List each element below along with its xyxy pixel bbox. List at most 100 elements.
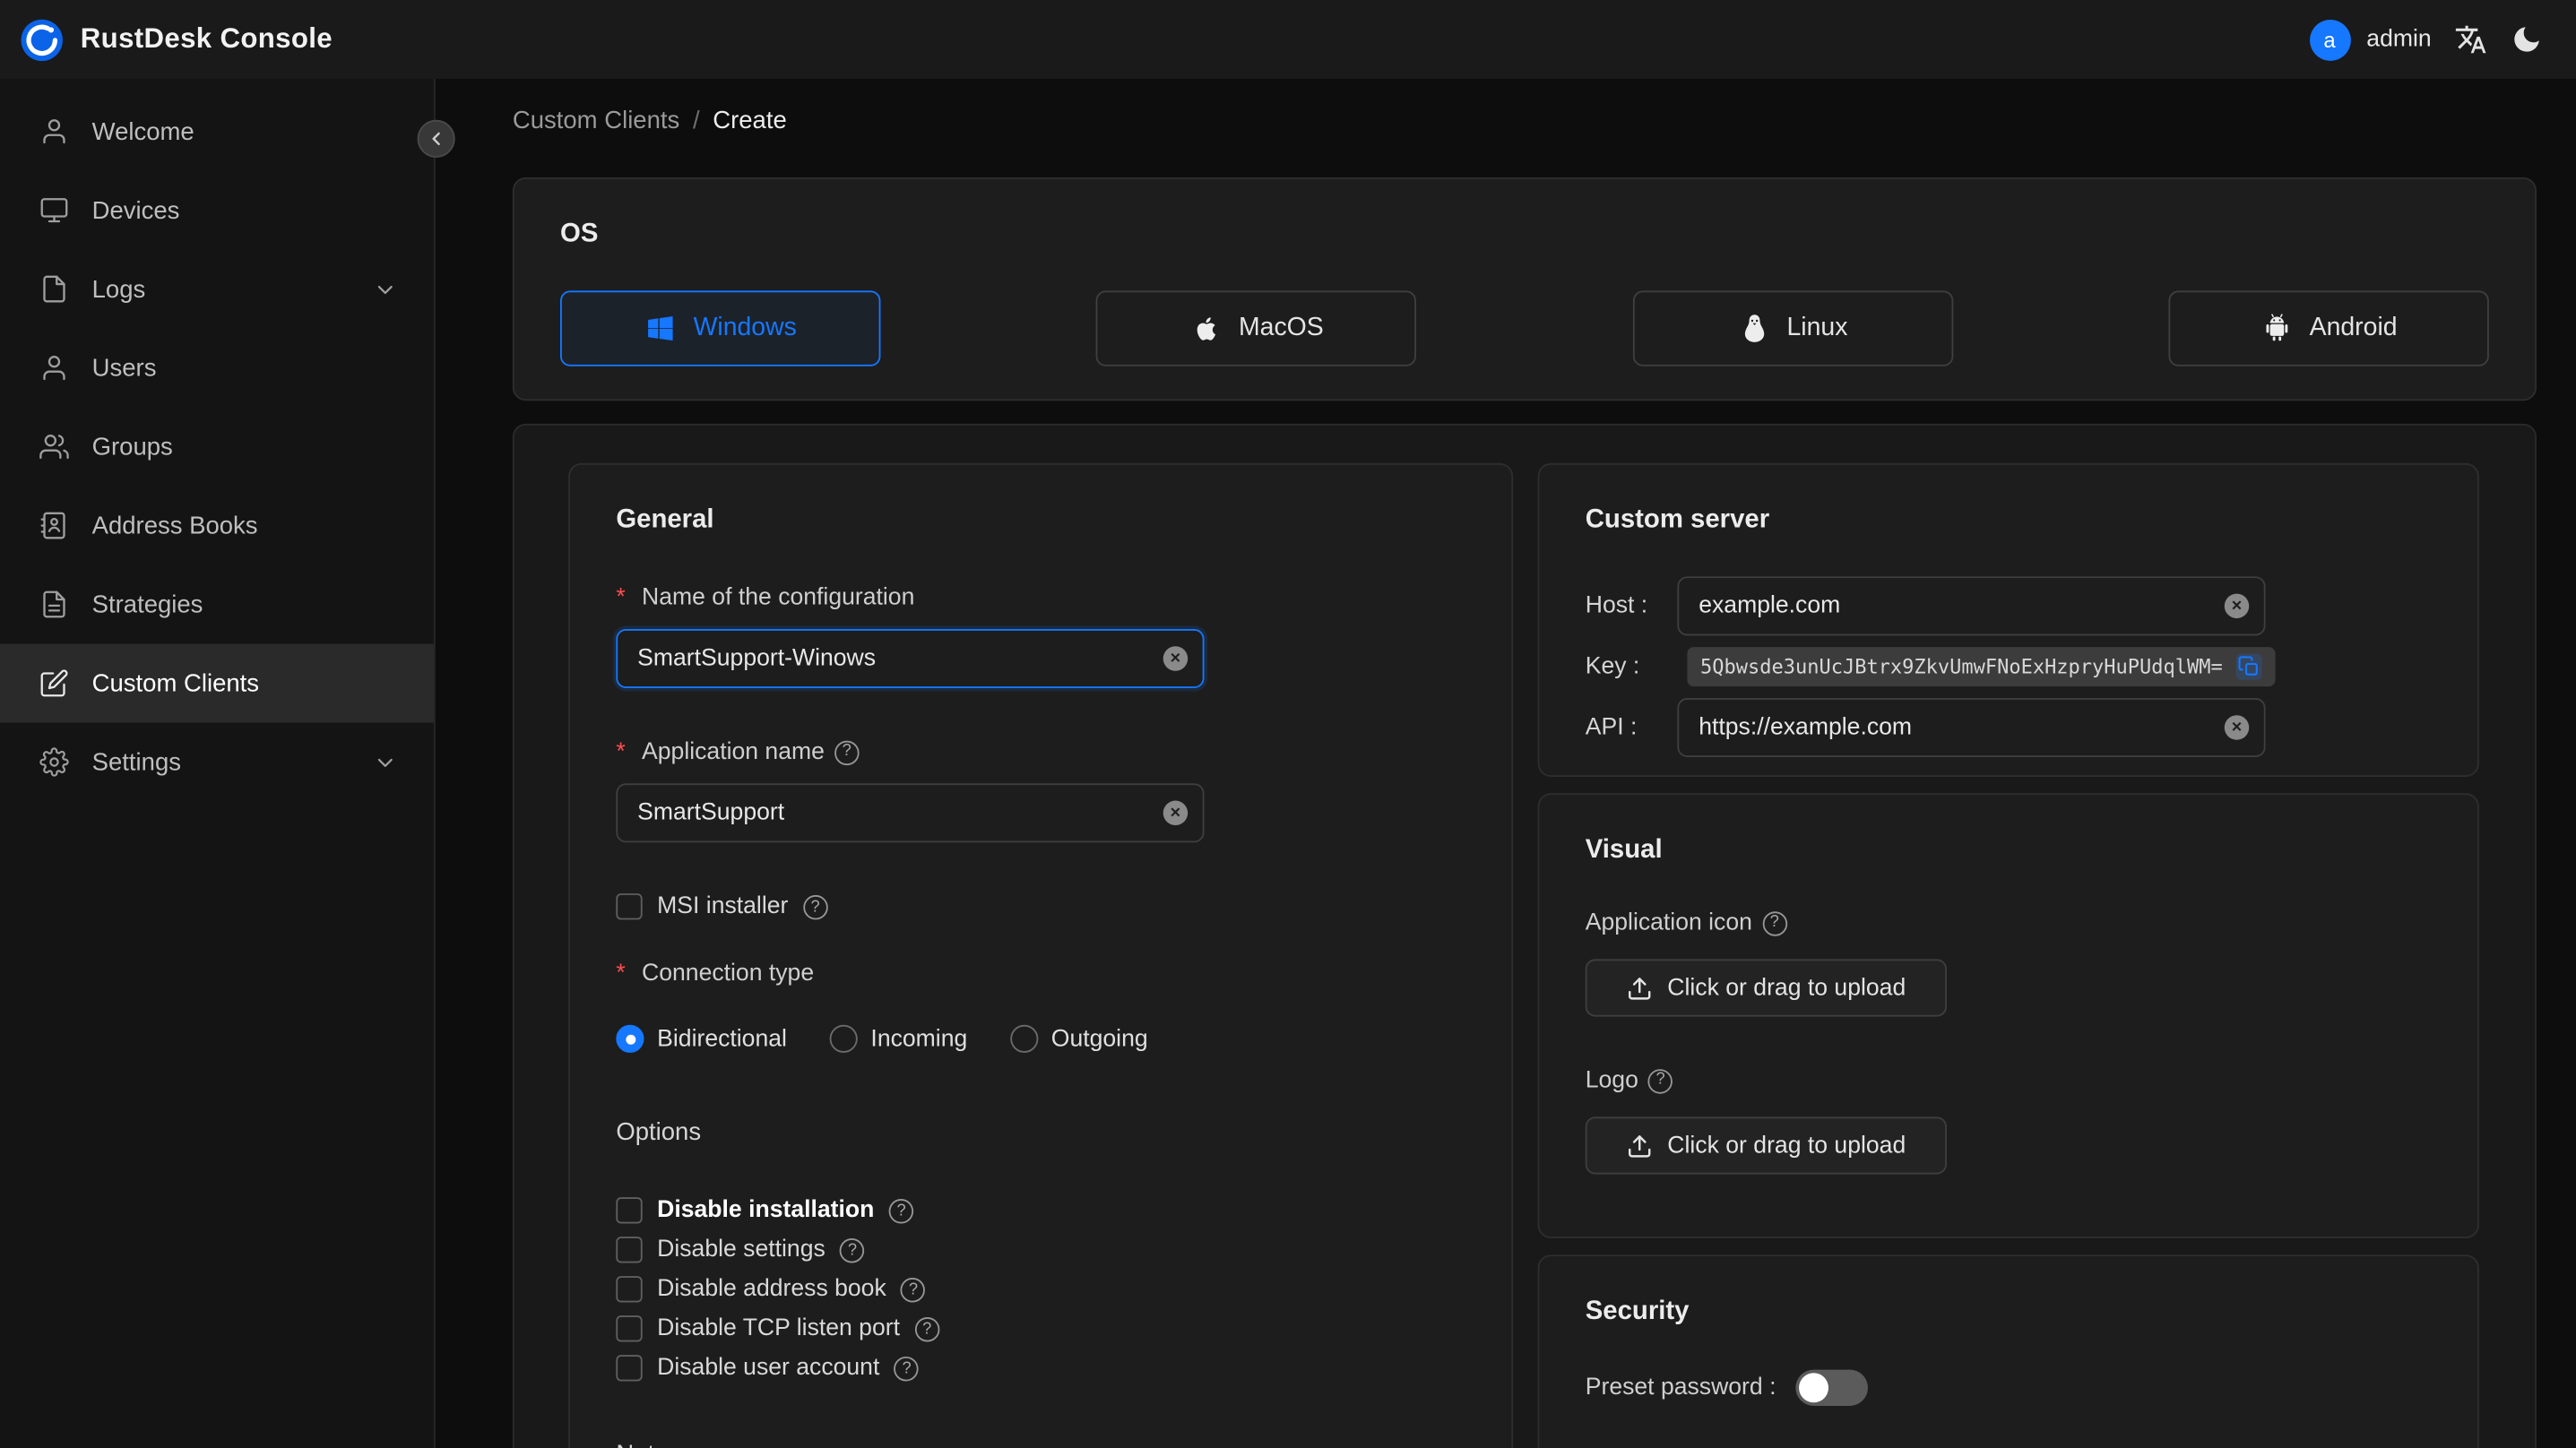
custom-server-title: Custom server [1585,505,1770,534]
msi-installer-checkbox[interactable] [616,893,643,920]
os-option-linux[interactable]: Linux [1632,290,1953,366]
host-row: Host : [1586,576,2432,636]
breadcrumb-section[interactable]: Custom Clients [513,107,679,134]
question-circle-icon[interactable] [888,1198,914,1223]
android-robot-icon [2260,312,2294,345]
chevron-left-icon [432,132,440,146]
radio-incoming[interactable]: Incoming [829,1024,967,1053]
sidebar-collapse-button[interactable] [417,119,455,158]
question-circle-icon[interactable] [1761,910,1787,935]
os-option-android[interactable]: Android [2168,290,2489,366]
chevron-down-icon[interactable] [373,750,397,774]
sidebar-item-label: Users [91,353,157,383]
disable-tcp-listen-port-checkbox[interactable] [616,1315,643,1342]
disable-installation-checkbox[interactable] [616,1197,643,1224]
radio-bidirectional[interactable]: Bidirectional [616,1024,787,1053]
visual-card: Visual Application icon Click or drag to… [1537,793,2479,1239]
rustdesk-console-app: RustDesk Console a admin Welcome Devices [0,0,2576,1448]
api-input[interactable] [1677,697,2266,757]
apple-logo-icon [1189,312,1223,345]
os-option-label: Android [2309,314,2398,342]
question-circle-icon[interactable] [834,739,860,765]
topbar: RustDesk Console a admin [0,0,2576,79]
os-option-label: Linux [1786,314,1848,342]
security-card: Security Preset password : [1537,1254,2479,1448]
chevron-down-icon[interactable] [373,277,397,301]
options-label: Options [616,1118,702,1147]
disable-settings-checkbox[interactable] [616,1237,643,1263]
question-circle-icon[interactable] [914,1316,939,1341]
question-circle-icon[interactable] [802,894,828,919]
file-text-icon [39,590,69,619]
sidebar-item-welcome[interactable]: Welcome [0,92,434,171]
app-title: RustDesk Console [80,22,333,55]
question-circle-icon[interactable] [901,1277,926,1302]
sidebar-item-groups[interactable]: Groups [0,408,434,487]
api-label: API : [1585,714,1638,741]
linux-penguin-icon [1738,312,1771,345]
breadcrumb: Custom Clients / Create [513,107,2537,134]
disable-user-account-checkbox[interactable] [616,1355,643,1382]
user-avatar[interactable]: a [2309,19,2350,60]
msi-installer-label: MSI installer [657,893,789,920]
monitor-icon [39,195,69,225]
dark-mode-moon-icon[interactable] [2511,23,2544,56]
sidebar-item-label: Settings [91,747,181,777]
sidebar-item-custom-clients[interactable]: Custom Clients [0,643,434,723]
config-name-input[interactable] [616,629,1205,688]
os-option-windows[interactable]: Windows [560,290,881,366]
config-name-label: Name of the configuration [616,583,1465,613]
right-column: Custom server Host : Key : 5Qbwsde3unUcJ… [1537,462,2479,1448]
main-content: Custom Clients / Create OS Windows MacOS [436,79,2576,1448]
edit-square-icon [39,668,69,698]
preset-password-toggle[interactable] [1795,1369,1869,1406]
file-icon [39,274,69,304]
language-icon[interactable] [2454,23,2487,56]
sidebar-item-users[interactable]: Users [0,329,434,408]
breadcrumb-separator: / [692,107,700,135]
windows-logo-icon [644,312,678,345]
key-row: Key : 5Qbwsde3unUcJBtrx9ZkvUmwFNoExHzpry… [1586,647,2432,687]
general-card: General Name of the configuration Applic… [568,462,1514,1448]
sidebar-item-label: Logs [91,275,146,304]
clear-icon[interactable] [2224,715,2250,740]
radio-icon [829,1024,858,1053]
sidebar-item-strategies[interactable]: Strategies [0,565,434,644]
clear-icon[interactable] [1163,800,1189,826]
radio-outgoing[interactable]: Outgoing [1009,1024,1148,1053]
sidebar-item-settings[interactable]: Settings [0,722,434,801]
question-circle-icon[interactable] [840,1237,865,1263]
gear-icon [39,747,69,777]
sidebar-item-label: Devices [91,196,180,225]
disable-tcp-listen-port-row: Disable TCP listen port [616,1312,1465,1345]
app-name-input-wrap [616,783,1205,843]
connection-type-label: Connection type [616,959,1465,988]
os-options-row: Windows MacOS Linux Android [560,290,2489,366]
breadcrumb-current: Create [713,107,787,135]
question-circle-icon[interactable] [894,1356,920,1381]
user-icon [39,353,69,383]
sidebar-item-devices[interactable]: Devices [0,171,434,250]
visual-title: Visual [1585,835,1663,865]
host-input[interactable] [1677,576,2266,636]
copy-icon[interactable] [2235,653,2262,680]
logo-label: Logo [1586,1066,2432,1096]
sidebar-item-address-books[interactable]: Address Books [0,487,434,565]
connection-type-radios: Bidirectional Incoming Outgoing [616,1024,1465,1053]
disable-address-book-checkbox[interactable] [616,1276,643,1303]
application-icon-upload-button[interactable]: Click or drag to upload [1585,959,1947,1017]
username-label[interactable]: admin [2366,26,2431,52]
logo-upload-button[interactable]: Click or drag to upload [1585,1116,1947,1175]
app-name-input[interactable] [616,783,1205,843]
sidebar-item-label: Welcome [91,117,194,146]
create-form-panel: General Name of the configuration Applic… [512,423,2537,1448]
clear-icon[interactable] [1163,646,1189,671]
question-circle-icon[interactable] [1647,1068,1673,1093]
application-icon-label: Application icon [1586,909,2432,938]
os-option-macos[interactable]: MacOS [1096,290,1417,366]
sidebar-item-logs[interactable]: Logs [0,250,434,329]
os-option-label: Windows [693,314,797,342]
note-label: Note [616,1440,1465,1448]
clear-icon[interactable] [2224,593,2250,619]
rustdesk-logo-icon [20,17,64,61]
